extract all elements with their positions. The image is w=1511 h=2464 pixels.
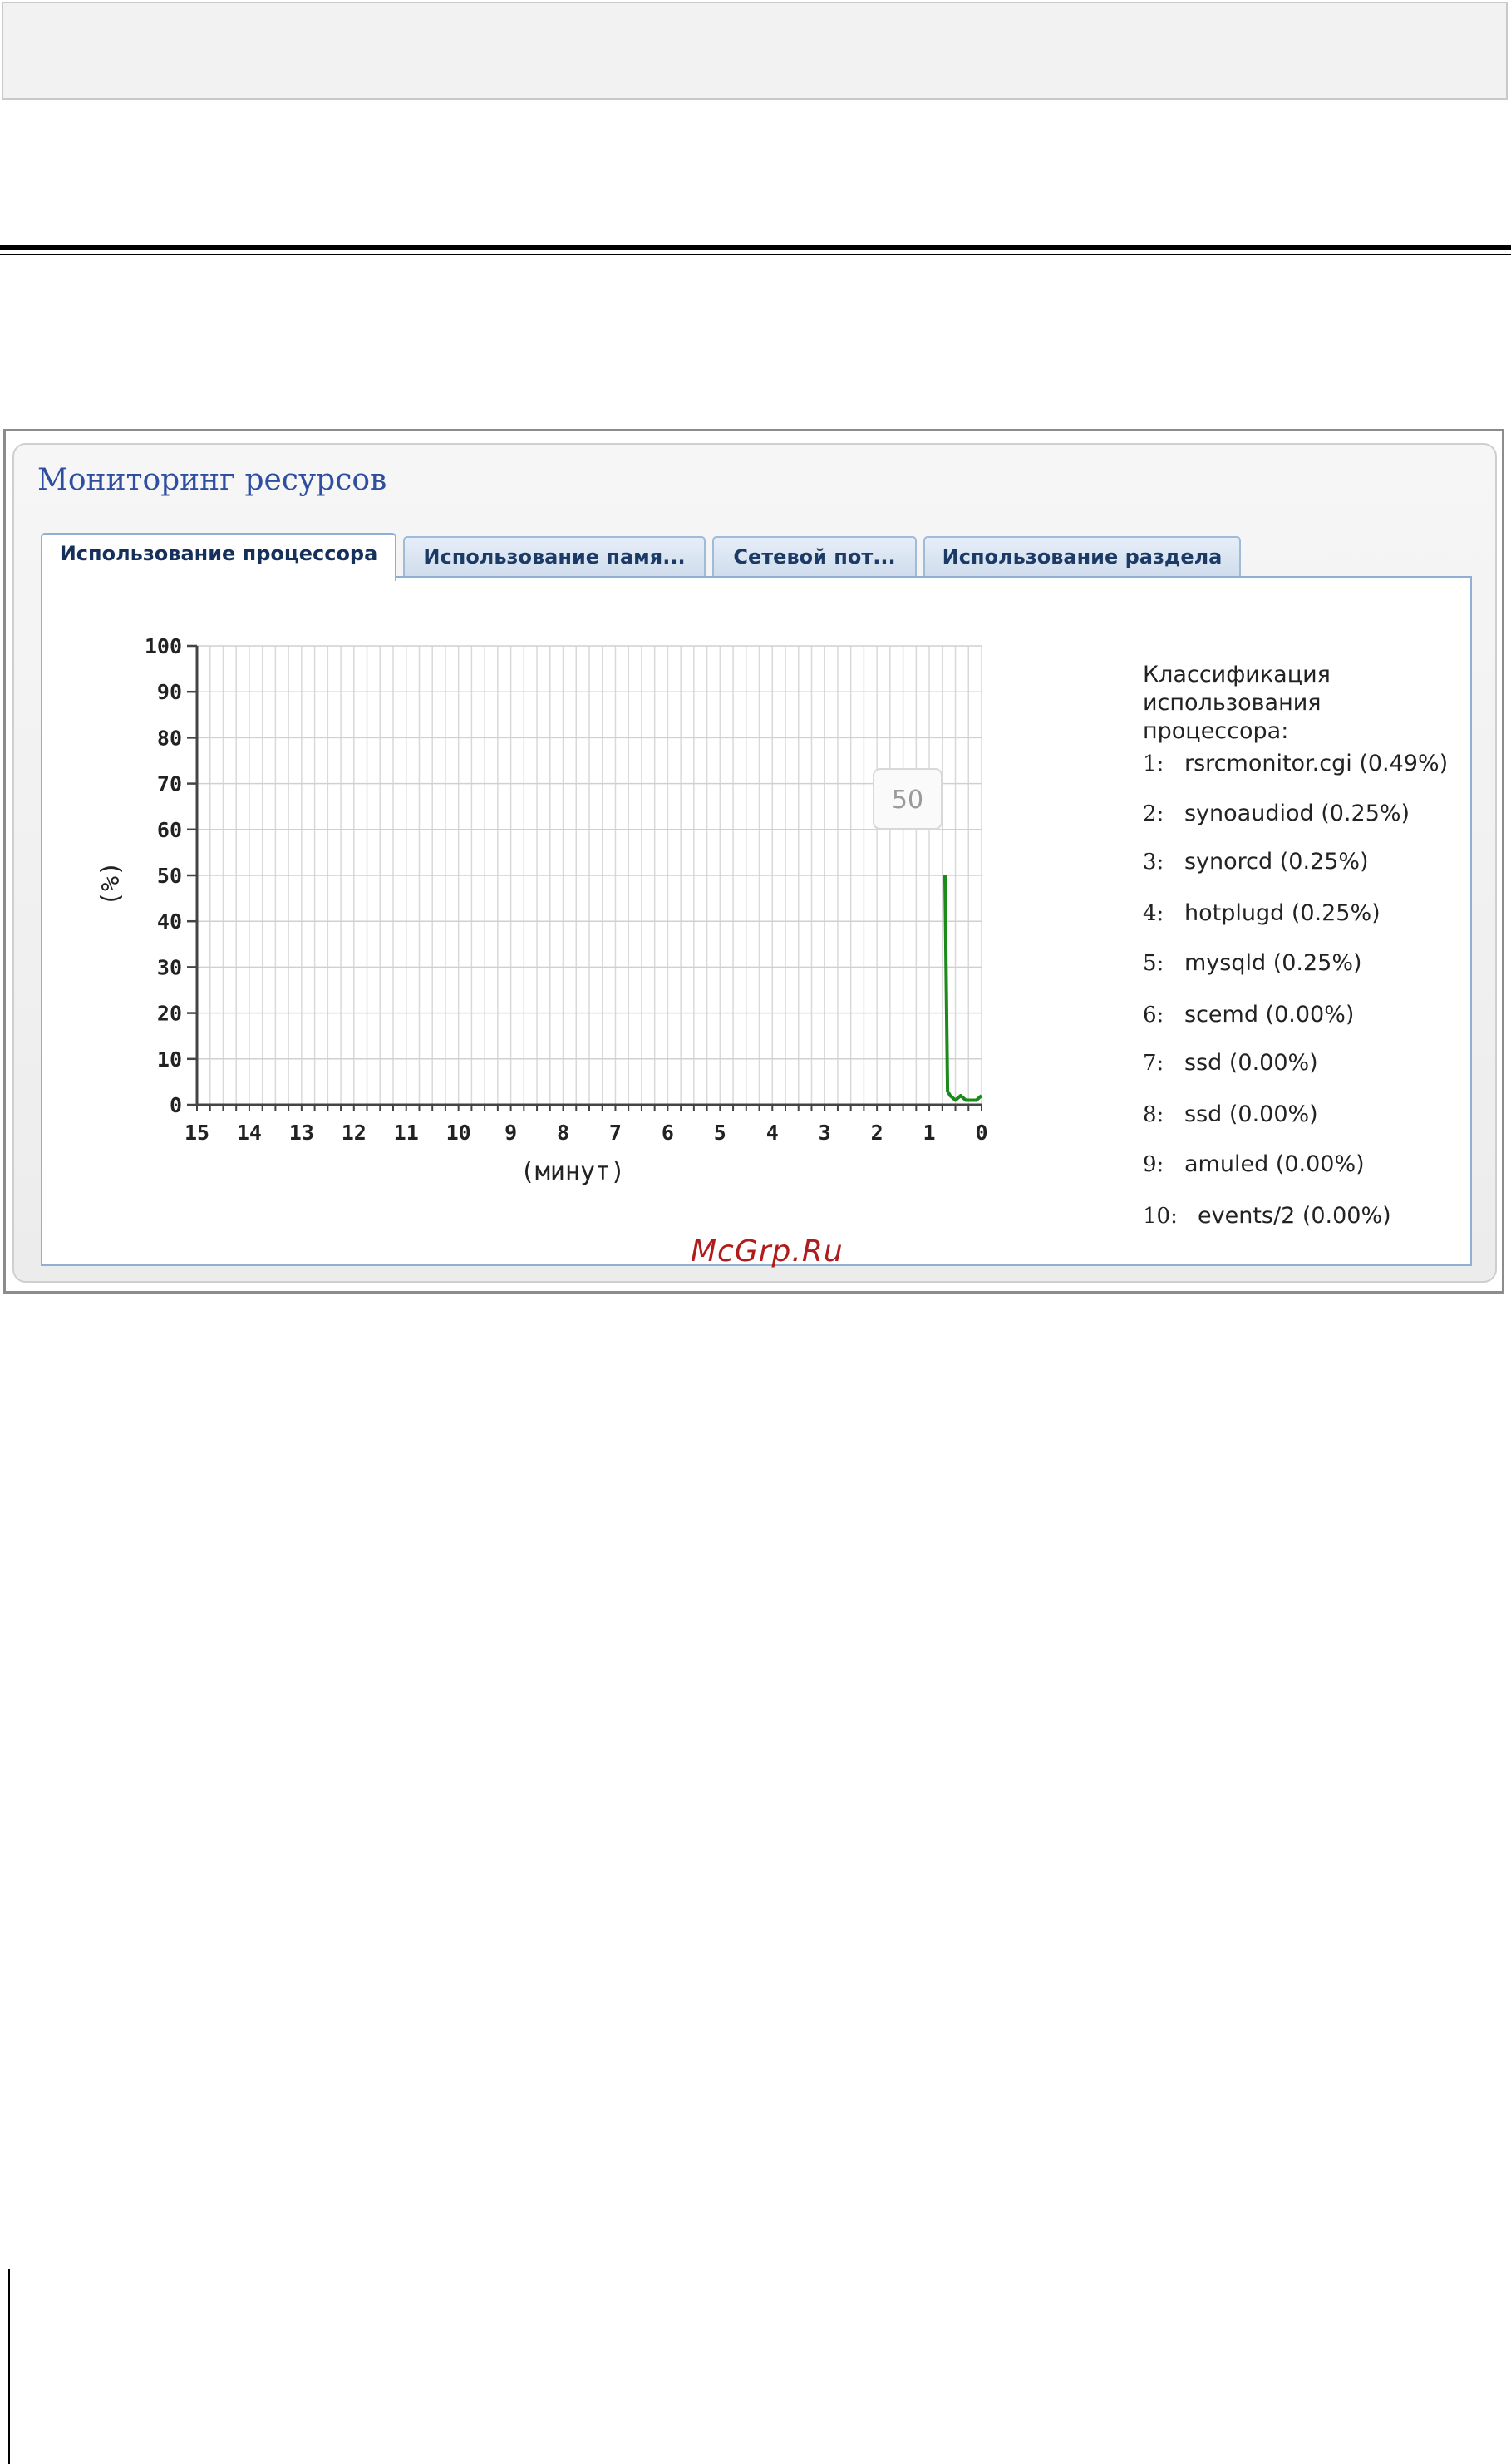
y-tick-label: 100	[145, 634, 182, 658]
x-tick-label: 4	[766, 1121, 779, 1145]
ranking-item-label: events/2 (0.00%)	[1198, 1203, 1391, 1229]
ranking-item-label: mysqld (0.25%)	[1184, 950, 1362, 976]
ranking-item-label: amuled (0.00%)	[1184, 1151, 1365, 1177]
y-axis-label: (%)	[96, 861, 126, 906]
y-tick-label: 60	[157, 818, 182, 842]
watermark-text: McGrp.Ru	[691, 1234, 844, 1269]
y-tick-label: 90	[157, 680, 182, 704]
x-tick-label: 14	[237, 1121, 262, 1145]
ranking-item: 8: ssd (0.00%)	[1143, 1101, 1318, 1127]
ranking-item-number: 1:	[1143, 752, 1164, 776]
ranking-item-label: rsrcmonitor.cgi (0.49%)	[1184, 751, 1449, 776]
x-tick-label: 9	[504, 1121, 517, 1145]
x-tick-label: 13	[289, 1121, 314, 1145]
ranking-item: 7: ssd (0.00%)	[1143, 1050, 1318, 1076]
x-tick-label: 5	[714, 1121, 726, 1145]
x-tick-label: 7	[609, 1121, 622, 1145]
ranking-item: 5: mysqld (0.25%)	[1143, 950, 1362, 976]
ranking-item: 3: synorcd (0.25%)	[1143, 849, 1369, 875]
tab-cpu-usage[interactable]: Использование процессора	[41, 533, 396, 581]
tab-memory-usage[interactable]: Использование памя...	[403, 536, 706, 578]
ranking-item-number: 6:	[1143, 1003, 1164, 1027]
ranking-item: 10: events/2 (0.00%)	[1143, 1203, 1391, 1229]
tab-network-flow[interactable]: Сетевой пот...	[712, 536, 917, 578]
value-tooltip-text: 50	[892, 786, 923, 815]
ranking-item-number: 2:	[1143, 801, 1164, 826]
x-tick-label: 3	[819, 1121, 831, 1145]
y-tick-label: 20	[157, 1002, 182, 1026]
cpu-usage-chart: 010203040506070809010015 14 13 12 11 10 9 8 7 6 5 4…	[96, 634, 988, 1186]
window-title: Мониторинг ресурсов	[37, 463, 387, 497]
y-tick-label: 40	[157, 909, 182, 934]
y-tick-label: 80	[157, 726, 182, 750]
ranking-item-label: synoaudiod (0.25%)	[1184, 801, 1410, 826]
ranking-item: 4: hotplugd (0.25%)	[1143, 900, 1381, 926]
tab-volume-usage[interactable]: Использование раздела	[923, 536, 1241, 578]
y-tick-label: 50	[157, 864, 182, 888]
x-tick-label: 10	[446, 1121, 471, 1145]
ranking-item-label: synorcd (0.25%)	[1184, 849, 1369, 875]
x-axis-label: (минут)	[520, 1157, 625, 1186]
resource-monitor-window: Мониторинг ресурсов Использование процес…	[12, 443, 1497, 1283]
y-tick-label: 30	[157, 955, 182, 979]
ranking-item: 2: synoaudiod (0.25%)	[1143, 801, 1410, 826]
ranking-item: 6: scemd (0.00%)	[1143, 1002, 1354, 1027]
header-rule	[0, 245, 1511, 250]
screenshot-frame: Мониторинг ресурсов Использование процес…	[3, 429, 1504, 1294]
page-margin-line	[8, 2269, 10, 2464]
page-header-box	[2, 2, 1508, 100]
y-tick-label: 0	[170, 1093, 182, 1117]
x-tick-label: 8	[557, 1121, 569, 1145]
ranking-item-number: 7:	[1143, 1051, 1164, 1076]
ranking-item-label: ssd (0.00%)	[1184, 1050, 1318, 1076]
ranking-item-number: 4:	[1143, 901, 1164, 926]
x-tick-label: 11	[394, 1121, 419, 1145]
ranking-item-label: ssd (0.00%)	[1184, 1101, 1318, 1127]
header-rule-thin	[0, 254, 1511, 255]
ranking-item: 1: rsrcmonitor.cgi (0.49%)	[1143, 751, 1448, 776]
x-tick-label: 0	[975, 1121, 987, 1145]
x-tick-label: 2	[871, 1121, 883, 1145]
cpu-usage-ranking: Классификация использования процессора: …	[1143, 661, 1467, 1229]
ranking-item-number: 3:	[1143, 850, 1164, 875]
x-tick-label: 15	[185, 1121, 209, 1145]
x-tick-label: 1	[923, 1121, 936, 1145]
ranking-item-number: 8:	[1143, 1102, 1164, 1127]
x-tick-label: 6	[662, 1121, 674, 1145]
ranking-item-number: 10:	[1143, 1204, 1178, 1229]
tab-panel-cpu: 0 10 20 30 40 50 60 70 80 90 100 15 14 13 12 11 10 9 8 7 6 5 4…	[41, 576, 1472, 1269]
ranking-title: Классификация использования процессора:	[1143, 662, 1331, 744]
ranking-item-label: scemd (0.00%)	[1184, 1002, 1355, 1027]
x-tick-label: 12	[342, 1121, 367, 1145]
ranking-item-number: 5:	[1143, 951, 1164, 976]
ranking-item-number: 9:	[1143, 1152, 1164, 1177]
y-tick-label: 70	[157, 772, 182, 796]
ranking-item-label: hotplugd (0.25%)	[1184, 900, 1381, 926]
y-tick-label: 10	[157, 1047, 182, 1072]
ranking-item: 9: amuled (0.00%)	[1143, 1151, 1365, 1177]
cpu-usage-line	[943, 875, 983, 1102]
